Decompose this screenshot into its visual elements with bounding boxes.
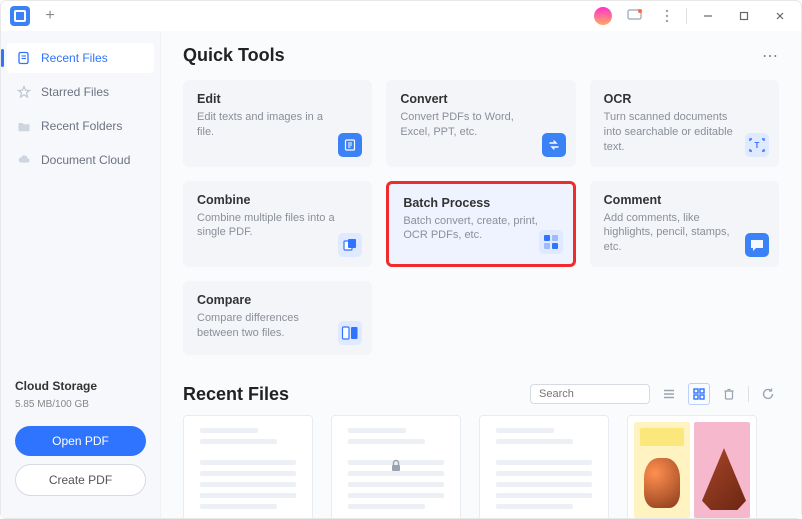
recent-file-thumb-preview[interactable] <box>627 415 757 518</box>
tool-ocr[interactable]: OCR Turn scanned documents into searchab… <box>590 80 779 167</box>
recent-file-thumb[interactable] <box>479 415 609 518</box>
quick-tools-more-icon[interactable]: ⋯ <box>762 46 779 66</box>
tool-title: Edit <box>197 92 358 106</box>
sidebar-item-recent-folders[interactable]: Recent Folders <box>7 111 154 141</box>
recent-files-heading: Recent Files <box>183 384 289 405</box>
tool-convert[interactable]: Convert Convert PDFs to Word, Excel, PPT… <box>386 80 575 167</box>
tool-compare[interactable]: Compare Compare differences between two … <box>183 281 372 355</box>
lock-icon <box>388 458 404 474</box>
star-icon <box>17 85 31 99</box>
sidebar-item-document-cloud[interactable]: Document Cloud <box>7 145 154 175</box>
sidebar-item-starred-files[interactable]: Starred Files <box>7 77 154 107</box>
view-grid-button[interactable] <box>688 383 710 405</box>
tool-title: Compare <box>197 293 358 307</box>
recent-file-thumb-locked[interactable] <box>331 415 461 518</box>
tool-comment[interactable]: Comment Add comments, like highlights, p… <box>590 181 779 268</box>
app-window: + <box>0 0 802 519</box>
convert-icon <box>542 133 566 157</box>
thumbnail-preview-icon <box>694 422 750 518</box>
batch-icon <box>539 230 563 254</box>
tool-desc: Turn scanned documents into searchable o… <box>604 110 744 155</box>
refresh-button[interactable] <box>757 383 779 405</box>
cloud-storage-heading: Cloud Storage <box>15 379 146 393</box>
tool-title: Convert <box>400 92 561 106</box>
titlebar-divider <box>686 8 687 24</box>
tool-desc: Add comments, like highlights, pencil, s… <box>604 211 744 256</box>
tool-title: OCR <box>604 92 765 106</box>
cloud-storage-usage: 5.85 MB/100 GB <box>15 399 146 410</box>
sidebar-item-label: Starred Files <box>41 85 109 99</box>
window-maximize-button[interactable] <box>729 5 759 27</box>
trash-button[interactable] <box>718 383 740 405</box>
cloud-icon <box>17 153 31 167</box>
recent-icon <box>17 51 31 65</box>
open-pdf-button[interactable]: Open PDF <box>15 426 146 456</box>
search-box[interactable] <box>530 384 650 404</box>
tool-batch-process[interactable]: Batch Process Batch convert, create, pri… <box>386 181 575 268</box>
doc-placeholder-icon <box>496 428 592 509</box>
combine-icon <box>338 233 362 257</box>
tool-title: Batch Process <box>403 196 558 210</box>
tool-desc: Combine multiple files into a single PDF… <box>197 211 337 241</box>
tool-desc: Batch convert, create, print, OCR PDFs, … <box>403 214 543 244</box>
main-content: Quick Tools ⋯ Edit Edit texts and images… <box>161 31 801 518</box>
tool-title: Combine <box>197 193 358 207</box>
tool-title: Comment <box>604 193 765 207</box>
message-icon[interactable] <box>622 5 648 27</box>
sidebar: Recent Files Starred Files Recent Folder… <box>1 31 161 518</box>
tool-desc: Edit texts and images in a file. <box>197 110 337 140</box>
tool-combine[interactable]: Combine Combine multiple files into a si… <box>183 181 372 268</box>
tool-edit[interactable]: Edit Edit texts and images in a file. <box>183 80 372 167</box>
doc-placeholder-icon <box>200 428 296 509</box>
sidebar-item-recent-files[interactable]: Recent Files <box>7 43 154 73</box>
sidebar-item-label: Recent Folders <box>41 119 122 133</box>
sidebar-item-label: Recent Files <box>41 51 108 65</box>
tool-desc: Convert PDFs to Word, Excel, PPT, etc. <box>400 110 540 140</box>
ocr-icon: T <box>745 133 769 157</box>
controls-divider <box>748 386 749 402</box>
folder-icon <box>17 119 31 133</box>
user-avatar[interactable] <box>590 5 616 27</box>
edit-icon <box>338 133 362 157</box>
window-close-button[interactable] <box>765 5 795 27</box>
recent-file-thumb[interactable] <box>183 415 313 518</box>
sidebar-item-label: Document Cloud <box>41 153 130 167</box>
window-minimize-button[interactable] <box>693 5 723 27</box>
create-pdf-button[interactable]: Create PDF <box>15 464 146 496</box>
svg-text:T: T <box>755 141 760 150</box>
comment-icon <box>745 233 769 257</box>
compare-icon <box>338 321 362 345</box>
titlebar: + <box>1 1 801 31</box>
kebab-menu-icon[interactable] <box>654 5 680 27</box>
view-list-button[interactable] <box>658 383 680 405</box>
thumbnail-preview-icon <box>634 422 690 518</box>
app-logo[interactable] <box>7 3 33 29</box>
quick-tools-heading: Quick Tools <box>183 45 285 66</box>
new-tab-button[interactable]: + <box>37 3 63 29</box>
tool-desc: Compare differences between two files. <box>197 311 337 341</box>
